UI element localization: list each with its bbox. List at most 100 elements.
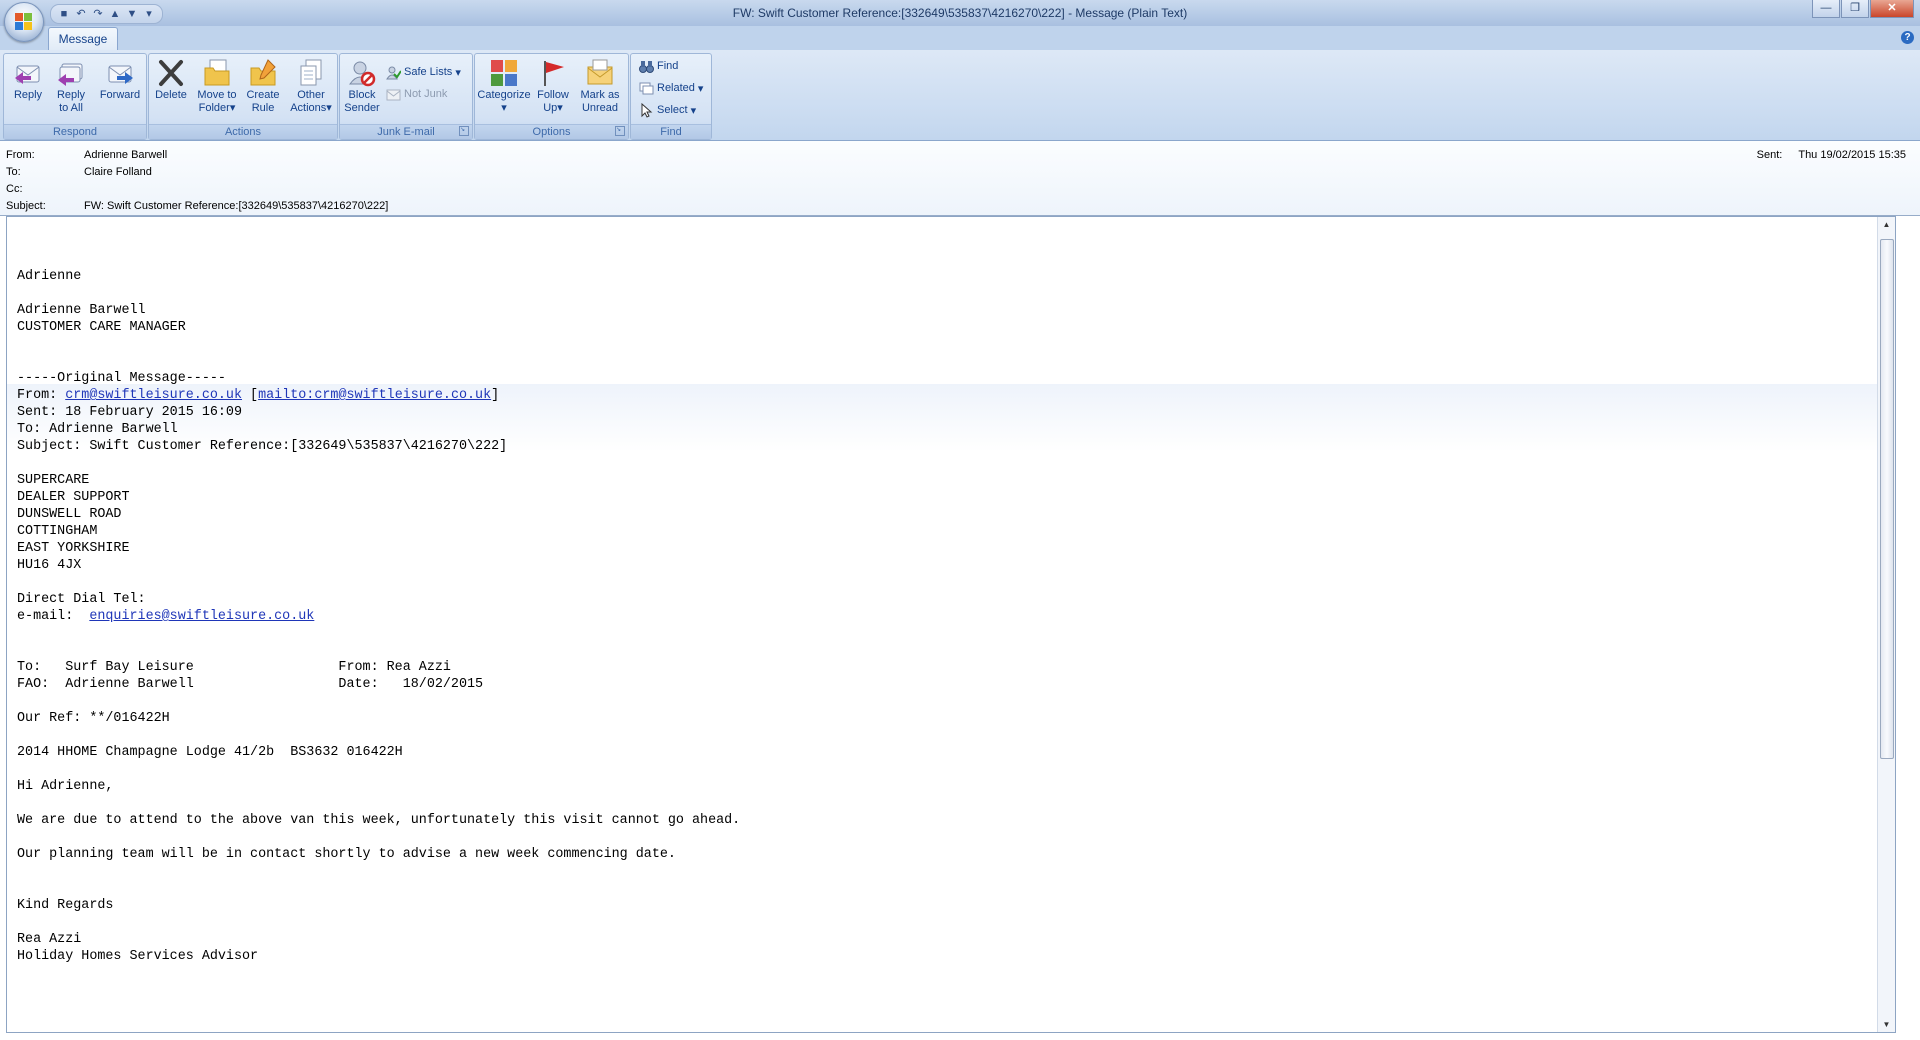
related-button[interactable]: Related ▾	[639, 78, 703, 98]
body-line: Kind Regards	[17, 898, 114, 913]
help-icon[interactable]: ?	[1901, 31, 1914, 44]
forward-button[interactable]: Forward	[97, 56, 143, 122]
group-find: Find Related ▾ Select ▾ Find	[630, 53, 712, 140]
original-message-separator: -----Original Message-----	[17, 371, 226, 386]
block-sender-button[interactable]: Block Sender	[342, 56, 382, 122]
other-actions-button[interactable]: Other Actions▾	[287, 56, 335, 122]
options-launcher[interactable]: ↘	[615, 126, 625, 136]
tab-message[interactable]: Message	[48, 27, 118, 50]
restore-button[interactable]: ❐	[1841, 0, 1869, 18]
follow-up-button[interactable]: Follow Up▾	[533, 56, 573, 122]
dropdown-arrow-icon: ▾	[557, 102, 563, 114]
follow-up-flag-icon	[538, 58, 568, 88]
title-bar: ■ ↶ ↷ ▲ ▼ ▾ FW: Swift Customer Reference…	[0, 0, 1920, 26]
crm-email-link[interactable]: crm@swiftleisure.co.uk	[65, 388, 242, 403]
to-label: To:	[6, 166, 21, 178]
to-value[interactable]: Claire Folland	[84, 166, 152, 178]
body-line: 2014 HHOME Champagne Lodge 41/2b BS3632 …	[17, 745, 403, 760]
group-label-junk-email: Junk E-mail	[340, 124, 472, 139]
message-text: Adrienne Adrienne Barwell CUSTOMER CARE …	[17, 269, 741, 964]
mark-as-unread-icon	[585, 58, 615, 88]
sent-label: Sent:	[1756, 149, 1783, 161]
subject-value: FW: Swift Customer Reference:[332649\535…	[84, 200, 389, 212]
address-line: DUNSWELL ROAD	[17, 507, 122, 522]
body-line: Adrienne Barwell	[17, 303, 146, 318]
sent-value: Thu 19/02/2015 15:35	[1798, 149, 1906, 161]
group-label-find: Find	[631, 124, 711, 139]
address-line: COTTINGHAM	[17, 524, 98, 539]
reply-button[interactable]: Reply	[8, 56, 48, 122]
office-button[interactable]	[4, 2, 44, 42]
body-line: Sent: 18 February 2015 16:09	[17, 405, 242, 420]
body-line: Our Ref: **/016422H	[17, 711, 170, 726]
find-binoculars-icon	[639, 59, 654, 74]
message-header: From: Adrienne Barwell To: Claire Follan…	[0, 141, 1920, 216]
move-to-folder-icon	[202, 58, 232, 88]
from-value[interactable]: Adrienne Barwell	[84, 149, 167, 161]
subject-label: Subject:	[6, 200, 46, 212]
delete-button[interactable]: Delete	[151, 56, 191, 122]
junk-email-options-launcher[interactable]: ↘	[459, 126, 469, 136]
other-actions-icon	[296, 58, 326, 88]
group-respond: Reply Reply to All Forward Respond	[3, 53, 147, 140]
mark-as-unread-button[interactable]: Mark as Unread	[577, 56, 623, 122]
group-label-options: Options	[475, 124, 628, 139]
scroll-down-arrow-icon[interactable]: ▼	[1878, 1017, 1895, 1032]
not-junk-button[interactable]: Not Junk	[386, 84, 447, 104]
address-line: SUPERCARE	[17, 473, 90, 488]
message-body[interactable]: Adrienne Adrienne Barwell CUSTOMER CARE …	[6, 216, 1896, 1033]
reply-icon	[13, 58, 43, 88]
scroll-up-arrow-icon[interactable]: ▲	[1878, 217, 1895, 232]
address-line: HU16 4JX	[17, 558, 82, 573]
body-line: To: Surf Bay Leisure From: Rea Azzi	[17, 660, 451, 675]
related-icon	[639, 81, 654, 96]
address-line: EAST YORKSHIRE	[17, 541, 130, 556]
body-line: Our planning team will be in contact sho…	[17, 847, 676, 862]
mailto-link[interactable]: mailto:crm@swiftleisure.co.uk	[258, 388, 491, 403]
dropdown-arrow-icon: ▾	[501, 102, 507, 114]
categorize-button[interactable]: Categorize ▾	[477, 56, 531, 122]
select-cursor-icon	[639, 102, 654, 118]
forward-icon	[105, 58, 135, 88]
body-line: Adrienne	[17, 269, 82, 284]
close-button[interactable]: ✕	[1870, 0, 1914, 18]
window-title: FW: Swift Customer Reference:[332649\535…	[732, 6, 1188, 20]
scrollbar-thumb[interactable]	[1880, 239, 1894, 759]
window-controls: — ❐ ✕	[1812, 0, 1914, 18]
group-label-respond: Respond	[4, 124, 146, 139]
group-junk-email: Block Sender Safe Lists ▾ Not Junk Junk …	[339, 53, 473, 140]
from-label: From:	[6, 149, 35, 161]
cc-label: Cc:	[6, 183, 23, 195]
dropdown-arrow-icon: ▾	[690, 104, 697, 117]
create-rule-icon	[248, 58, 278, 88]
office-logo-icon	[15, 13, 33, 31]
ribbon: Reply Reply to All Forward Respond Delet…	[0, 50, 1920, 141]
delete-icon	[156, 58, 186, 88]
find-button[interactable]: Find	[639, 56, 678, 76]
body-line: Subject: Swift Customer Reference:[33264…	[17, 439, 508, 454]
select-button[interactable]: Select ▾	[639, 100, 696, 120]
reply-all-icon	[56, 58, 86, 88]
reply-all-button[interactable]: Reply to All	[51, 56, 91, 122]
address-line: DEALER SUPPORT	[17, 490, 130, 505]
vertical-scrollbar[interactable]: ▲ ▼	[1877, 217, 1895, 1032]
minimize-button[interactable]: —	[1812, 0, 1840, 18]
body-line: FAO: Adrienne Barwell Date: 18/02/2015	[17, 677, 484, 692]
dropdown-arrow-icon: ▾	[229, 102, 236, 114]
dropdown-arrow-icon: ▾	[455, 66, 461, 79]
categorize-icon	[489, 58, 519, 88]
group-options: Categorize ▾ Follow Up▾ Mark as Unread O…	[474, 53, 629, 140]
group-actions: Delete Move to Folder▾ Create Rule Other…	[148, 53, 338, 140]
body-line: Hi Adrienne,	[17, 779, 114, 794]
dropdown-arrow-icon: ▾	[326, 102, 332, 114]
move-to-folder-button[interactable]: Move to Folder▾	[193, 56, 241, 122]
body-line: CUSTOMER CARE MANAGER	[17, 320, 186, 335]
safe-lists-button[interactable]: Safe Lists ▾	[386, 62, 461, 82]
enquiries-email-link[interactable]: enquiries@swiftleisure.co.uk	[89, 609, 314, 624]
sent-date: Sent: Thu 19/02/2015 15:35	[1757, 149, 1906, 161]
create-rule-button[interactable]: Create Rule	[243, 56, 283, 122]
safe-lists-icon	[386, 65, 402, 80]
body-line: Holiday Homes Services Advisor	[17, 949, 259, 964]
dropdown-arrow-icon: ▾	[697, 82, 704, 95]
body-line: We are due to attend to the above van th…	[17, 813, 741, 828]
